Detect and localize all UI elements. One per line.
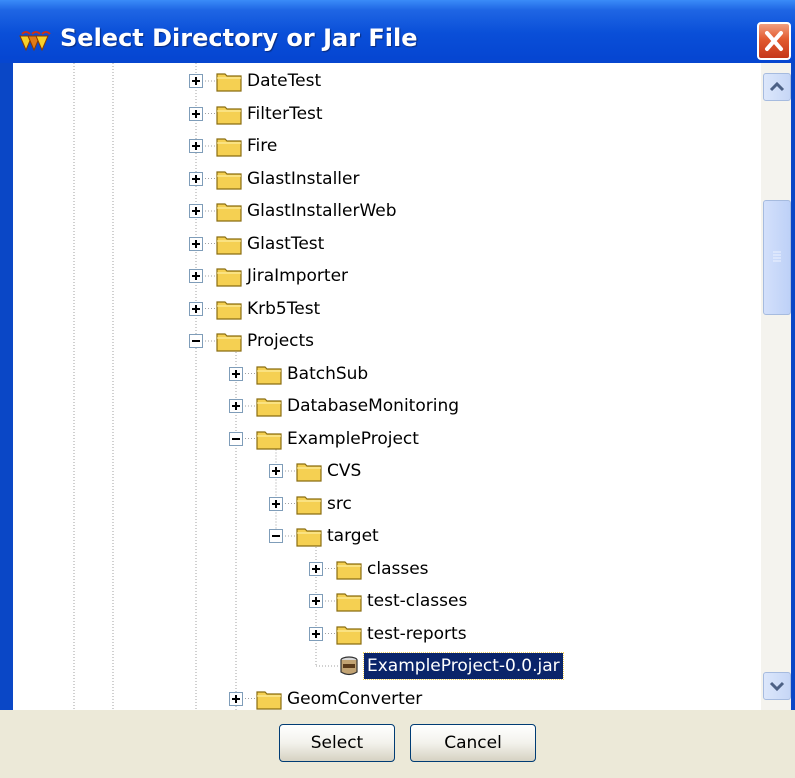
expand-icon[interactable] [229,366,243,381]
tree-node-label: GeomConverter [287,688,423,709]
expand-icon[interactable] [189,106,203,121]
tree-node[interactable]: target [13,520,761,552]
scroll-down-arrow-icon [769,681,785,692]
folder-icon [216,105,242,125]
tree-node[interactable]: Fire [13,130,761,162]
tree-node[interactable]: JiraImporter [13,260,761,292]
dialog-window: Select Directory or Jar File DateTest Fil… [0,0,795,778]
tree-node-label: DateTest [247,71,322,91]
tree-node[interactable]: Projects [13,325,761,357]
folder-icon [216,203,242,222]
tree-node[interactable]: GlastInstallerWeb [13,195,761,227]
expand-icon[interactable] [189,139,203,153]
expand-icon[interactable] [189,236,203,251]
tree-node-label: JiraImporter [247,266,349,286]
folder-icon [336,625,362,645]
tree-node-label: BatchSub [287,363,369,384]
tree-node[interactable]: ExampleProject [13,423,761,455]
folder-icon [336,560,362,580]
tree-node-label: DatabaseMonitoring [287,396,460,416]
folder-icon [256,365,282,385]
window-frame-right [791,63,795,778]
tree-node-label: test-classes [367,591,468,611]
tree-node[interactable]: test-classes [13,585,761,617]
tree-node-label: GlastInstallerWeb [247,201,397,221]
java-cup-icon [19,31,51,52]
tree-node[interactable]: GlastInstaller [13,163,761,195]
expand-icon[interactable] [229,691,243,706]
tree-node[interactable]: DatabaseMonitoring [13,390,761,422]
folder-icon [336,593,362,612]
tree-node-label: src [327,493,352,514]
scroll-thumb[interactable] [763,200,791,315]
tree-node-label: test-reports [367,623,467,644]
scroll-up-button[interactable] [763,73,791,101]
expand-icon[interactable] [269,496,283,511]
folder-icon [216,300,242,320]
tree-node[interactable]: FilterTest [13,98,761,130]
folder-icon [216,235,242,255]
expand-icon[interactable] [189,204,203,218]
tree-node[interactable]: ExampleProject-0.0.jar [13,650,761,682]
expand-icon[interactable] [309,561,323,576]
tree-node[interactable]: GeomConverter [13,683,761,711]
expand-icon[interactable] [309,594,323,608]
jar-file-icon [340,656,358,676]
folder-icon [216,268,242,287]
folder-icon [256,690,282,710]
tree-node[interactable]: DateTest [13,65,761,97]
cancel-button[interactable]: Cancel [410,724,536,762]
expand-icon[interactable] [309,626,323,641]
button-bar: Select Cancel [0,710,795,778]
select-button[interactable]: Select [279,724,395,762]
folder-icon [296,495,322,515]
tree-node[interactable]: BatchSub [13,358,761,390]
folder-icon [256,398,282,417]
close-button[interactable] [757,22,791,60]
tree-node-label: Krb5Test [247,298,321,319]
expand-icon[interactable] [189,269,203,283]
collapse-icon[interactable] [269,529,283,543]
folder-icon [296,463,322,482]
window-title: Select Directory or Jar File [60,24,418,52]
tree-node-label: ExampleProject [287,428,419,449]
tree-node-label: target [327,526,379,546]
tree-node[interactable]: test-reports [13,618,761,650]
tree-node[interactable]: GlastTest [13,228,761,260]
tree-node-label: CVS [327,461,362,481]
window-frame-left [0,63,13,778]
close-icon [765,31,783,51]
folder-icon [216,73,242,92]
tree-node-label: classes [367,558,429,579]
tree-node[interactable]: CVS [13,455,761,487]
collapse-icon[interactable] [229,431,243,446]
scroll-down-button[interactable] [763,672,791,700]
grip-icon [773,251,781,262]
folder-icon [216,170,242,190]
tree-node[interactable]: src [13,488,761,520]
expand-icon[interactable] [269,464,283,478]
folder-icon [216,333,242,352]
expand-icon[interactable] [189,74,203,88]
expand-icon[interactable] [229,399,243,413]
directory-tree[interactable]: DateTest FilterTest Fire GlastInstaller Glas… [13,63,761,710]
tree-node-label: Projects [247,331,315,351]
expand-icon[interactable] [189,301,203,316]
tree-node-label-selected: ExampleProject-0.0.jar [363,652,564,680]
folder-icon [296,528,322,547]
tree-node-label: Fire [247,136,278,156]
tree-node-label: GlastTest [247,233,325,254]
tree-node-label: FilterTest [247,103,323,124]
tree-node[interactable]: Krb5Test [13,293,761,325]
folder-icon [256,430,282,450]
scroll-up-arrow-icon [769,81,785,92]
folder-icon [216,138,242,157]
expand-icon[interactable] [189,171,203,186]
collapse-icon[interactable] [189,334,203,348]
tree-node[interactable]: classes [13,553,761,585]
tree-node-label: GlastInstaller [247,168,360,189]
vertical-scrollbar[interactable] [761,63,791,710]
